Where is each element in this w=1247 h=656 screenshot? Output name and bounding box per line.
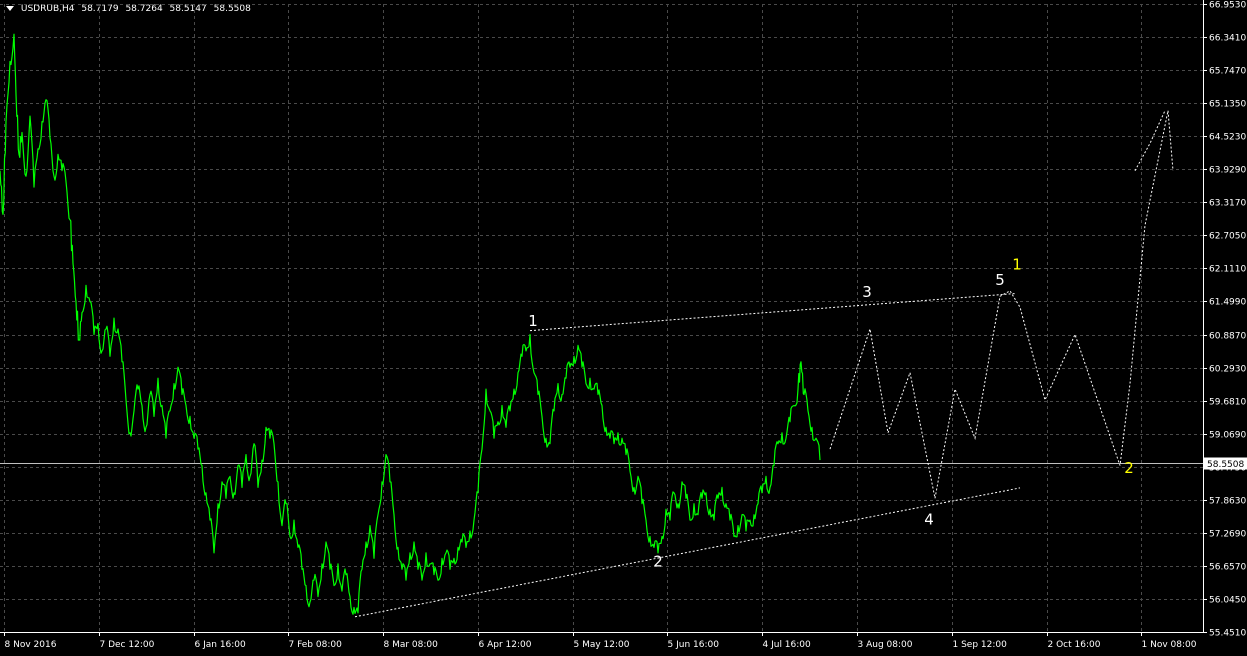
y-tick-label: 66.9530 (1209, 1, 1246, 11)
x-tick-label: 1 Nov 08:00 (1142, 640, 1197, 650)
y-tick-label: 56.6570 (1209, 563, 1246, 573)
projection-series (1134, 110, 1166, 171)
y-tick-label: 63.3170 (1209, 199, 1246, 209)
x-tick-label: 8 Nov 2016 (5, 640, 57, 650)
x-tick-label: 8 Mar 08:00 (384, 640, 439, 650)
y-tick-label: 57.8630 (1209, 497, 1246, 507)
y-tick-label: 56.0450 (1209, 596, 1246, 606)
x-tick-label: 7 Feb 08:00 (289, 640, 343, 650)
y-tick-label: 62.7050 (1209, 232, 1246, 242)
x-tick-label: 5 Jun 16:00 (668, 640, 720, 650)
wave-label: 2 (653, 553, 663, 571)
trendline (529, 293, 1016, 332)
y-tick-label: 55.4510 (1209, 629, 1246, 639)
x-tick-label: 5 May 12:00 (574, 640, 630, 650)
x-tick-label: 7 Dec 12:00 (100, 640, 155, 650)
y-tick-label: 60.8870 (1209, 332, 1246, 342)
y-tick-label: 61.4990 (1209, 298, 1246, 308)
price-series (0, 33, 821, 615)
y-tick-label: 59.6810 (1209, 398, 1246, 408)
wave-label: 1 (528, 312, 538, 330)
wave-label: 4 (924, 510, 934, 528)
wave-label: 1 (1012, 256, 1022, 274)
wave-label: 2 (1124, 459, 1134, 477)
projection-series (829, 110, 1174, 499)
y-tick-label: 64.5230 (1209, 133, 1246, 143)
y-tick-label: 66.3410 (1209, 34, 1246, 44)
x-tick-label: 3 Aug 08:00 (858, 640, 913, 650)
trendline (354, 487, 1021, 618)
y-tick-label: 65.1350 (1209, 100, 1246, 110)
y-tick-label: 59.0690 (1209, 431, 1246, 441)
current-price-label: 58.5508 (1207, 460, 1244, 470)
wave-label: 3 (862, 283, 872, 301)
x-tick-label: 4 Jul 16:00 (763, 640, 812, 650)
x-tick-label: 1 Sep 12:00 (953, 640, 1008, 650)
y-tick-label: 62.1110 (1209, 265, 1246, 275)
x-tick-label: 6 Jan 16:00 (195, 640, 247, 650)
x-tick-label: 6 Apr 12:00 (479, 640, 532, 650)
x-tick-label: 2 Oct 16:00 (1048, 640, 1101, 650)
y-tick-label: 60.2930 (1209, 365, 1246, 375)
y-tick-label: 65.7470 (1209, 67, 1246, 77)
y-tick-label: 57.2690 (1209, 530, 1246, 540)
y-tick-label: 63.9290 (1209, 166, 1246, 176)
chart-canvas[interactable]: 66.9530 66.3410 65.7470 65.1350 64.5230 63.92… (0, 0, 1247, 656)
wave-label: 5 (995, 271, 1005, 289)
price-chart[interactable]: USDRUB,H4 58.7179 58.7264 58.5147 58.550… (0, 0, 1247, 656)
